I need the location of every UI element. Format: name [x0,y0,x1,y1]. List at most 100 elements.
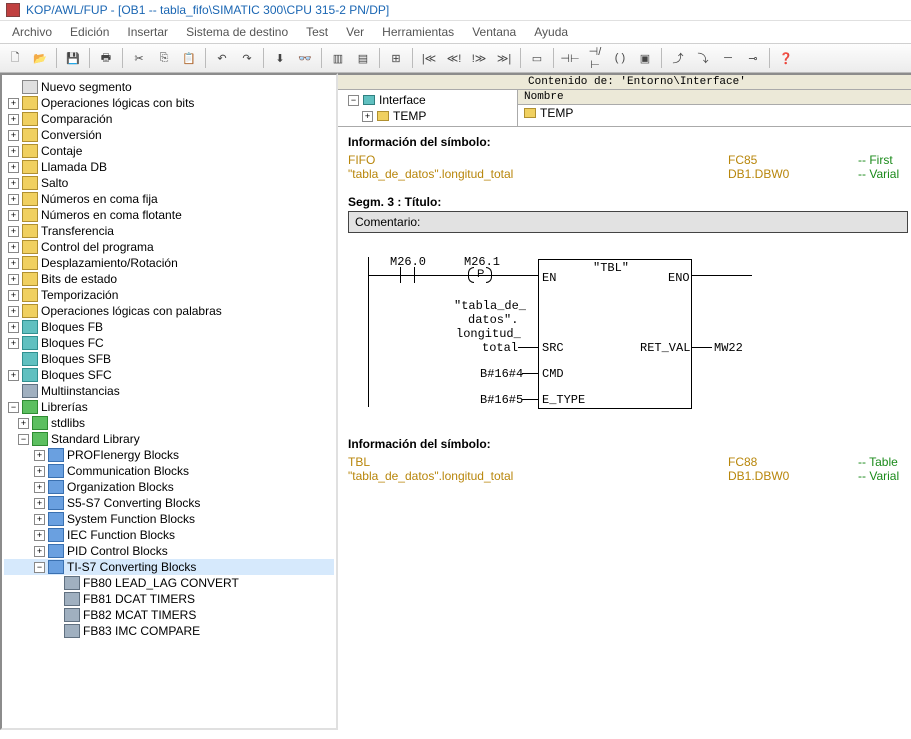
menu-archivo[interactable]: Archivo [4,23,60,41]
expand-icon[interactable]: + [8,194,19,205]
tree-salto[interactable]: +Salto [4,175,334,191]
view-box-button[interactable]: ▭ [526,47,548,69]
tree-ctrl-programa[interactable]: +Control del programa [4,239,334,255]
last-button[interactable]: ≫| [493,47,515,69]
contact-nc-button[interactable]: ⊣/⊢ [584,47,606,69]
expand-icon[interactable]: + [34,514,45,525]
expand-icon[interactable]: + [362,111,373,122]
library-tree[interactable]: Nuevo segmento +Operaciones lógicas con … [2,75,336,728]
tree-s5s7[interactable]: +S5-S7 Converting Blocks [4,495,334,511]
expand-icon[interactable]: + [8,306,19,317]
collapse-icon[interactable]: − [18,434,29,445]
tree-op-log-palabras[interactable]: +Operaciones lógicas con palabras [4,303,334,319]
collapse-icon[interactable]: − [8,402,19,413]
print-button[interactable]: 🖶 [95,47,117,69]
expand-icon[interactable]: + [8,242,19,253]
tree-multiinstancias[interactable]: Multiinstancias [4,383,334,399]
help-button[interactable]: ❓ [775,47,797,69]
detail-button[interactable]: ▤ [352,47,374,69]
expand-icon[interactable]: + [8,322,19,333]
network-button[interactable]: ⊞ [385,47,407,69]
tree-tis7[interactable]: −TI-S7 Converting Blocks [4,559,334,575]
tree-fb80[interactable]: FB80 LEAD_LAG CONVERT [4,575,334,591]
branch-open-button[interactable]: ⤴ [667,47,689,69]
branch-close-button[interactable]: ⤵ [692,47,714,69]
tree-conversion[interactable]: +Conversión [4,127,334,143]
expand-icon[interactable]: + [8,258,19,269]
collapse-icon[interactable]: − [34,562,45,573]
copy-button[interactable]: ⎘ [153,47,175,69]
tree-llamada-db[interactable]: +Llamada DB [4,159,334,175]
expand-icon[interactable]: + [8,274,19,285]
menu-edicion[interactable]: Edición [62,23,117,41]
menu-ventana[interactable]: Ventana [464,23,524,41]
tree-fb82[interactable]: FB82 MCAT TIMERS [4,607,334,623]
tree-bloques-sfb[interactable]: Bloques SFB [4,351,334,367]
tree-transferencia[interactable]: +Transferencia [4,223,334,239]
expand-icon[interactable]: + [8,226,19,237]
tree-contaje[interactable]: +Contaje [4,143,334,159]
tree-coma-fija[interactable]: +Números en coma fija [4,191,334,207]
tree-coma-flotante[interactable]: +Números en coma flotante [4,207,334,223]
paste-button[interactable]: 📋 [178,47,200,69]
tree-standard-library[interactable]: −Standard Library [4,431,334,447]
catalog-button[interactable]: ▥ [327,47,349,69]
menu-insertar[interactable]: Insertar [119,23,176,41]
expand-icon[interactable]: + [18,418,29,429]
expand-icon[interactable]: + [34,450,45,461]
interface-tree[interactable]: −Interface +TEMP [338,90,518,126]
tree-comparacion[interactable]: +Comparación [4,111,334,127]
expand-icon[interactable]: + [34,546,45,557]
expand-icon[interactable]: + [8,338,19,349]
expand-icon[interactable]: + [8,114,19,125]
expand-icon[interactable]: + [8,162,19,173]
expand-icon[interactable]: + [34,482,45,493]
expand-icon[interactable]: + [8,98,19,109]
tree-pid[interactable]: +PID Control Blocks [4,543,334,559]
collapse-icon[interactable]: − [348,95,359,106]
box-button[interactable]: ▣ [634,47,656,69]
tree-op-log-bits[interactable]: +Operaciones lógicas con bits [4,95,334,111]
tree-bloques-fc[interactable]: +Bloques FC [4,335,334,351]
expand-icon[interactable]: + [8,178,19,189]
conn-button[interactable]: ─ [717,47,739,69]
ladder-editor[interactable]: Información del símbolo: FIFO FC85 -- Fi… [338,127,911,730]
download-button[interactable]: ⬇ [269,47,291,69]
menu-herramientas[interactable]: Herramientas [374,23,462,41]
menu-test[interactable]: Test [298,23,336,41]
next-button[interactable]: !≫ [468,47,490,69]
new-button[interactable]: 🗋 [4,47,26,69]
tree-nuevo-segmento[interactable]: Nuevo segmento [4,79,334,95]
tree-iec[interactable]: +IEC Function Blocks [4,527,334,543]
save-button[interactable]: 💾 [62,47,84,69]
tree-bloques-sfc[interactable]: +Bloques SFC [4,367,334,383]
cut-button[interactable]: ✂ [128,47,150,69]
contact-no-button[interactable]: ⊣⊢ [559,47,581,69]
tree-profienergy[interactable]: +PROFIenergy Blocks [4,447,334,463]
monitor-button[interactable]: 👓 [294,47,316,69]
expand-icon[interactable]: + [8,146,19,157]
neg-button[interactable]: ⊸ [742,47,764,69]
redo-button[interactable]: ↷ [236,47,258,69]
expand-icon[interactable]: + [34,466,45,477]
tree-fb83[interactable]: FB83 IMC COMPARE [4,623,334,639]
expand-icon[interactable]: + [34,530,45,541]
tree-fb81[interactable]: FB81 DCAT TIMERS [4,591,334,607]
open-button[interactable]: 📂 [29,47,51,69]
tree-bits-estado[interactable]: +Bits de estado [4,271,334,287]
tree-sysfn[interactable]: +System Function Blocks [4,511,334,527]
tree-org-blocks[interactable]: +Organization Blocks [4,479,334,495]
menu-ayuda[interactable]: Ayuda [526,23,576,41]
menu-ver[interactable]: Ver [338,23,372,41]
expand-icon[interactable]: + [8,370,19,381]
first-button[interactable]: |≪ [418,47,440,69]
menu-sistema[interactable]: Sistema de destino [178,23,296,41]
expand-icon[interactable]: + [8,130,19,141]
tree-desplazamiento[interactable]: +Desplazamiento/Rotación [4,255,334,271]
prev-button[interactable]: ≪! [443,47,465,69]
row-temp[interactable]: TEMP [518,105,911,121]
tree-temporizacion[interactable]: +Temporización [4,287,334,303]
tree-bloques-fb[interactable]: +Bloques FB [4,319,334,335]
undo-button[interactable]: ↶ [211,47,233,69]
tree-librerias[interactable]: −Librerías [4,399,334,415]
